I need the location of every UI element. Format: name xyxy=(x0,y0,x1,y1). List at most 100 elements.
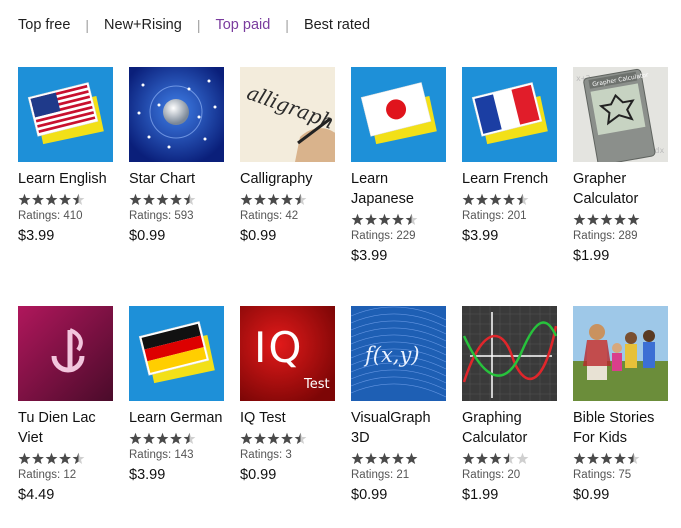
app-name[interactable]: Learn French xyxy=(462,169,562,189)
tab-separator: | xyxy=(85,17,90,33)
star-filled-icon xyxy=(45,193,58,206)
star-filled-icon xyxy=(378,213,391,226)
star-filled-icon xyxy=(45,452,58,465)
ratings-count: Ratings: 143 xyxy=(129,449,194,461)
ratings-count: Ratings: 75 xyxy=(573,469,632,481)
star-filled-icon xyxy=(32,452,44,465)
category-tabs: Top free | New+Rising | Top paid | Best … xyxy=(18,17,370,33)
tab-separator: | xyxy=(285,17,289,33)
ratings-count: Ratings: 201 xyxy=(462,210,527,222)
app-name[interactable]: Tu Dien Lac Viet xyxy=(18,408,118,448)
app-name[interactable]: Grapher Calculator xyxy=(573,169,673,209)
star-filled-icon xyxy=(267,432,280,445)
star-rating xyxy=(18,193,118,207)
star-filled-icon xyxy=(600,213,613,226)
star-filled-icon xyxy=(489,193,502,206)
app-price: $4.49 xyxy=(18,487,55,503)
app-name[interactable]: Learn Japanese xyxy=(351,169,451,209)
iq-test-icon[interactable]: IQ Test xyxy=(240,306,335,401)
app-price: $0.99 xyxy=(240,228,277,244)
star-filled-icon xyxy=(573,452,586,465)
star-filled-icon xyxy=(489,452,502,465)
star-chart-icon[interactable] xyxy=(129,67,224,162)
graphing-calculator-icon[interactable] xyxy=(462,306,557,401)
app-card[interactable]: Tu Dien Lac Viet Ratings: 12 $4.49 xyxy=(18,306,118,503)
japan-flag-icon[interactable] xyxy=(351,67,446,162)
star-filled-icon xyxy=(614,452,626,465)
star-filled-icon xyxy=(281,432,293,445)
app-name[interactable]: Bible Stories For Kids xyxy=(573,408,673,448)
function-graph-icon[interactable]: f(x,y) xyxy=(351,306,446,401)
app-name[interactable]: VisualGraph 3D xyxy=(351,408,451,448)
app-card[interactable]: Star Chart Ratings: 593 $0.99 xyxy=(129,67,229,244)
tab-new-rising[interactable]: New+Rising xyxy=(104,17,182,33)
app-name[interactable]: Star Chart xyxy=(129,169,229,189)
app-name[interactable]: Graphing Calculator xyxy=(462,408,562,448)
app-card[interactable]: alligraphy Calligraphy Ratings: 42 $0.99 xyxy=(240,67,340,244)
star-filled-icon xyxy=(476,452,488,465)
star-filled-icon xyxy=(240,193,253,206)
star-rating xyxy=(462,193,562,207)
star-empty-icon xyxy=(516,452,529,465)
star-filled-icon xyxy=(156,432,169,445)
app-price: $3.99 xyxy=(351,248,388,264)
app-card[interactable]: x+2d/dxGrapher Calculator Grapher Calcula… xyxy=(573,67,673,264)
app-name[interactable]: Learn German xyxy=(129,408,229,428)
app-price: $0.99 xyxy=(573,487,610,503)
star-filled-icon xyxy=(143,432,155,445)
app-card[interactable]: f(x,y) VisualGraph 3D Ratings: 21 $0.99 xyxy=(351,306,451,503)
star-filled-icon xyxy=(392,213,404,226)
star-filled-icon xyxy=(476,193,488,206)
svg-text:f(x,y): f(x,y) xyxy=(363,343,420,367)
star-filled-icon xyxy=(156,193,169,206)
ratings-count: Ratings: 289 xyxy=(573,230,638,242)
app-card[interactable]: IQ Test IQ Test Ratings: 3 $0.99 xyxy=(240,306,340,483)
star-rating xyxy=(129,432,229,446)
star-filled-icon xyxy=(170,432,182,445)
grapher-calculator-icon[interactable]: x+2d/dxGrapher Calculator xyxy=(573,67,668,162)
ratings-count: Ratings: 3 xyxy=(240,449,292,461)
app-card[interactable]: Learn French Ratings: 201 $3.99 xyxy=(462,67,562,244)
ratings-count: Ratings: 20 xyxy=(462,469,521,481)
star-filled-icon xyxy=(351,213,364,226)
app-card[interactable]: Learn Japanese Ratings: 229 $3.99 xyxy=(351,67,451,264)
star-filled-icon xyxy=(392,452,404,465)
germany-flag-icon[interactable] xyxy=(129,306,224,401)
star-rating xyxy=(18,452,118,466)
tab-top-paid[interactable]: Top paid xyxy=(215,17,270,33)
app-card[interactable]: Learn German Ratings: 143 $3.99 xyxy=(129,306,229,483)
star-rating xyxy=(240,193,340,207)
tab-best-rated[interactable]: Best rated xyxy=(304,17,370,33)
star-rating xyxy=(351,452,451,466)
star-rating xyxy=(462,452,562,466)
star-filled-icon xyxy=(405,452,418,465)
star-rating xyxy=(240,432,340,446)
star-filled-icon xyxy=(351,452,364,465)
app-card[interactable]: Learn English Ratings: 410 $3.99 xyxy=(18,67,118,244)
app-price: $0.99 xyxy=(129,228,166,244)
star-filled-icon xyxy=(573,213,586,226)
star-filled-icon xyxy=(281,193,293,206)
app-name[interactable]: Calligraphy xyxy=(240,169,340,189)
star-filled-icon xyxy=(365,452,377,465)
star-filled-icon xyxy=(365,213,377,226)
app-name[interactable]: IQ Test xyxy=(240,408,340,428)
bible-stories-icon[interactable] xyxy=(573,306,668,401)
tab-top-free[interactable]: Top free xyxy=(18,17,70,33)
us-flag-icon[interactable] xyxy=(18,67,113,162)
lac-viet-logo-icon[interactable] xyxy=(18,306,113,401)
app-card[interactable]: Graphing Calculator Ratings: 20 $1.99 xyxy=(462,306,562,503)
calligraphy-icon[interactable]: alligraphy xyxy=(240,67,335,162)
app-price: $1.99 xyxy=(573,248,610,264)
ratings-count: Ratings: 42 xyxy=(240,210,299,222)
app-name[interactable]: Learn English xyxy=(18,169,118,189)
ratings-count: Ratings: 410 xyxy=(18,210,83,222)
star-filled-icon xyxy=(18,452,31,465)
france-flag-icon[interactable] xyxy=(462,67,557,162)
ratings-count: Ratings: 593 xyxy=(129,210,194,222)
tab-separator: | xyxy=(196,17,201,33)
star-filled-icon xyxy=(254,432,266,445)
star-filled-icon xyxy=(378,452,391,465)
star-filled-icon xyxy=(59,193,71,206)
app-card[interactable]: Bible Stories For Kids Ratings: 75 $0.99 xyxy=(573,306,673,503)
